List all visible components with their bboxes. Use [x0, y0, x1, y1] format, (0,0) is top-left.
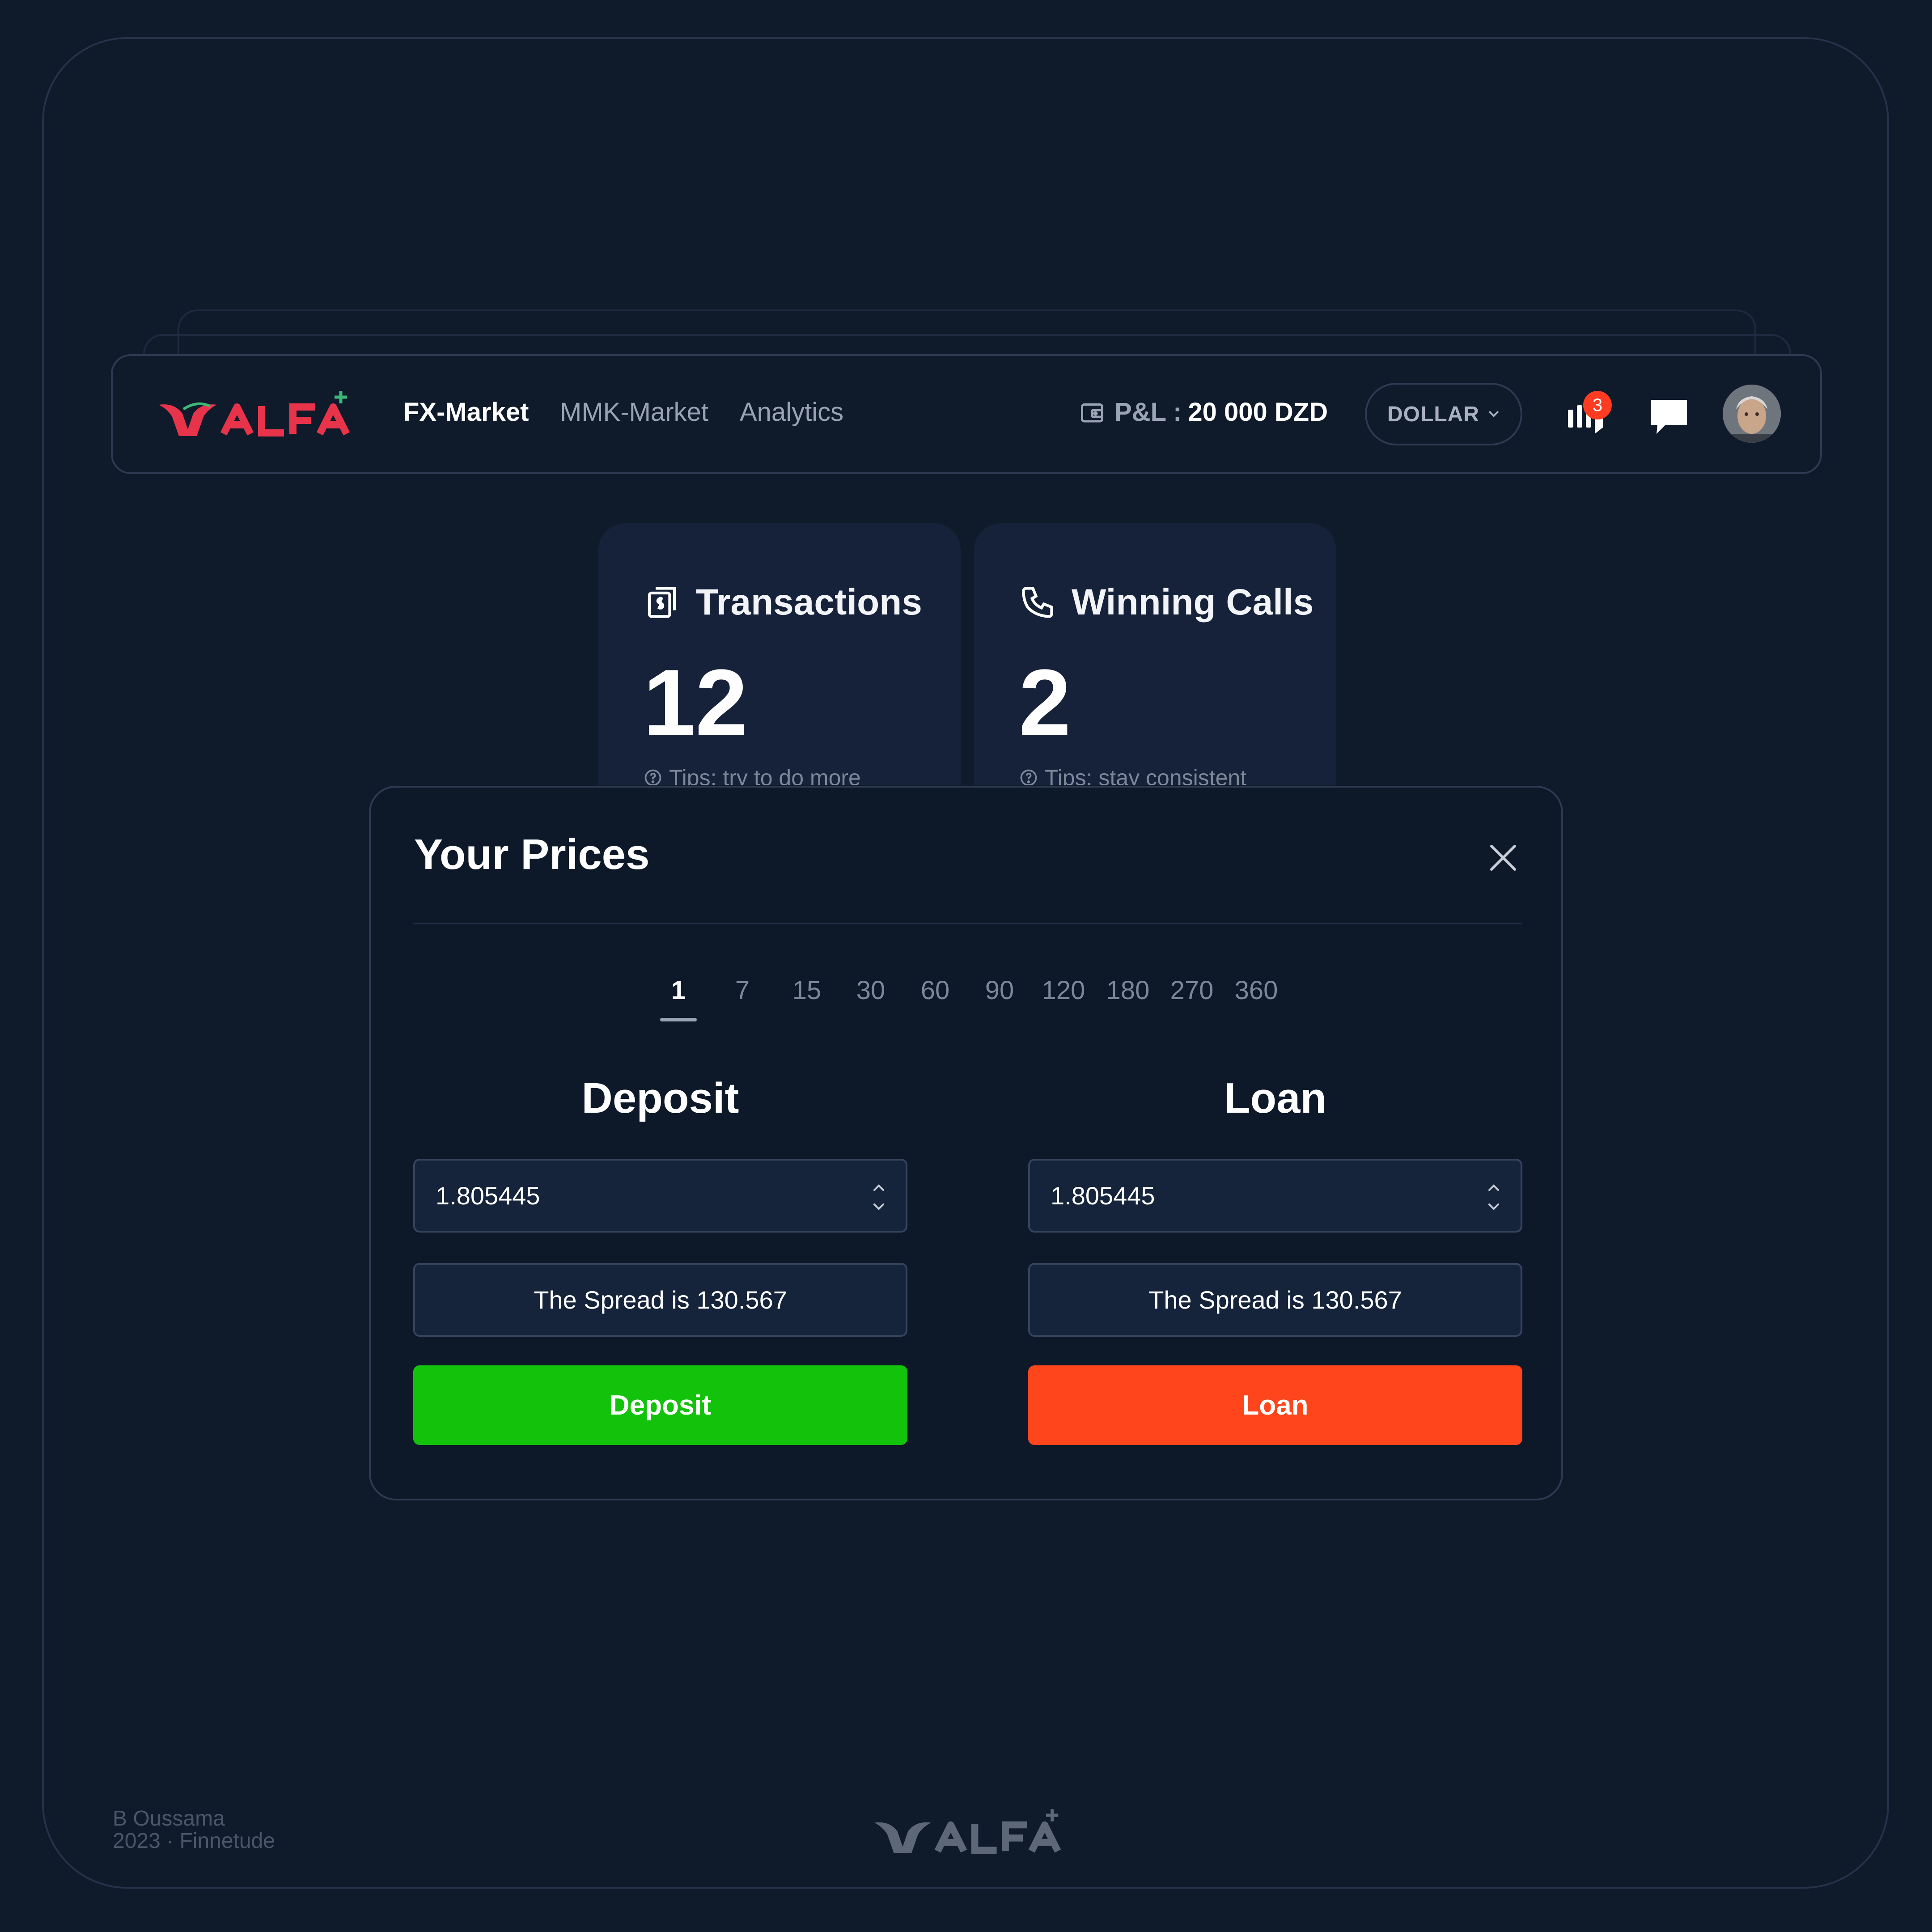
stat-title: Transactions: [696, 582, 922, 623]
footer-alfa-logo: [874, 1809, 1061, 1854]
tab-period-120[interactable]: 120: [1037, 975, 1090, 1005]
deposit-button[interactable]: Deposit: [413, 1365, 907, 1445]
tab-period-7[interactable]: 7: [716, 975, 769, 1005]
wallet-icon: [1081, 403, 1103, 422]
tab-period-90[interactable]: 90: [973, 975, 1026, 1005]
loan-button[interactable]: Loan: [1028, 1365, 1522, 1445]
deposit-title: Deposit: [581, 1074, 739, 1122]
loan-title: Loan: [1224, 1074, 1327, 1122]
your-prices-modal: Your Prices 1 7 15 30 60 90 120 180 270 …: [369, 786, 1563, 1500]
tab-period-15[interactable]: 15: [780, 975, 834, 1005]
currency-value: DOLLAR: [1387, 402, 1479, 426]
deposit-price-field[interactable]: [413, 1159, 907, 1233]
stepper-icon[interactable]: [870, 1179, 888, 1215]
loan-spread: The Spread is 130.567: [1028, 1263, 1522, 1337]
receipt-dollar-icon: [648, 587, 676, 618]
deposit-spread: The Spread is 130.567: [413, 1263, 907, 1337]
loan-price-input[interactable]: [1030, 1161, 1521, 1231]
tab-period-360[interactable]: 360: [1229, 975, 1283, 1005]
modal-title: Your Prices: [414, 830, 650, 878]
footer-year-org: 2023 · Finnetude: [113, 1829, 275, 1853]
stat-value: 2: [1019, 650, 1071, 755]
top-navbar: FX-Market MMK-Market Analytics P&L : 20 …: [111, 354, 1822, 474]
tab-period-60[interactable]: 60: [908, 975, 962, 1005]
stat-card-header: Transactions: [643, 581, 922, 623]
stepper-icon[interactable]: [1485, 1179, 1503, 1215]
deposit-price-input[interactable]: [415, 1161, 906, 1231]
avatar[interactable]: [1723, 385, 1781, 443]
tab-period-1[interactable]: 1: [652, 975, 705, 1005]
pl-label: P&L :: [1114, 398, 1182, 427]
loan-price-field[interactable]: [1028, 1159, 1522, 1233]
pl-summary: P&L : 20 000 DZD: [1079, 397, 1328, 427]
footer-author: B Oussama: [113, 1807, 225, 1830]
currency-dropdown[interactable]: DOLLAR: [1365, 383, 1522, 445]
stat-card-header: Winning Calls: [1019, 581, 1313, 623]
chat-icon[interactable]: [1647, 394, 1691, 439]
tab-period-270[interactable]: 270: [1165, 975, 1219, 1005]
footer-credit: B Oussama 2023 · Finnetude: [113, 1808, 275, 1852]
tab-period-180[interactable]: 180: [1101, 975, 1155, 1005]
nav-analytics[interactable]: Analytics: [740, 397, 843, 427]
stat-value: 12: [643, 650, 748, 755]
nav-mmk-market[interactable]: MMK-Market: [560, 397, 708, 427]
tab-period-30[interactable]: 30: [844, 975, 898, 1005]
close-icon[interactable]: [1484, 839, 1522, 877]
alfa-logo[interactable]: [157, 389, 353, 443]
phone-icon: [1022, 587, 1053, 618]
notification-badge: 3: [1583, 391, 1612, 419]
stat-title: Winning Calls: [1072, 582, 1314, 623]
chevron-down-icon: [1488, 411, 1499, 417]
period-tabs: 1 7 15 30 60 90 120 180 270 360: [371, 975, 1561, 1029]
modal-divider: [413, 923, 1522, 924]
period-active-indicator: [660, 1018, 697, 1021]
pl-value: 20 000 DZD: [1188, 398, 1328, 427]
nav-fx-market[interactable]: FX-Market: [403, 397, 529, 427]
